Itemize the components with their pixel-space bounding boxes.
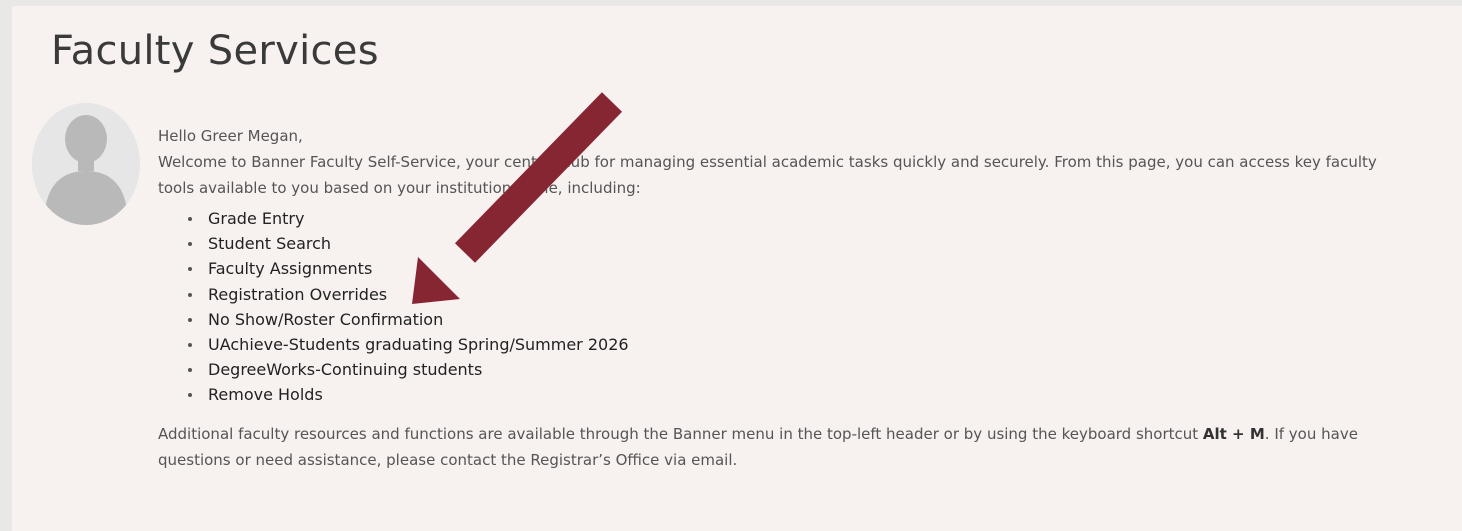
page-title: Faculty Services — [51, 28, 379, 74]
footer-text-line-1: Additional faculty resources and functio… — [158, 421, 1458, 447]
footer-text-part-2: . If you have — [1264, 424, 1358, 443]
welcome-text-line-1: Welcome to Banner Faculty Self-Service, … — [158, 153, 1377, 171]
feature-item-remove-holds: Remove Holds — [158, 382, 1458, 407]
feature-item-grade-entry: Grade Entry — [158, 206, 1458, 231]
footer-text: Additional faculty resources and functio… — [158, 421, 1458, 473]
keyboard-shortcut: Alt + M — [1202, 424, 1265, 443]
footer-text-part-1: Additional faculty resources and functio… — [158, 424, 1203, 443]
user-silhouette-icon — [32, 103, 140, 225]
welcome-content: Hello Greer Megan, Welcome to Banner Fac… — [158, 123, 1458, 473]
greeting-text: Hello Greer Megan, — [158, 127, 303, 145]
feature-item-no-show-roster: No Show/Roster Confirmation — [158, 307, 1458, 332]
avatar — [32, 103, 140, 225]
feature-list: Grade Entry Student Search Faculty Assig… — [158, 206, 1458, 408]
feature-item-student-search: Student Search — [158, 231, 1458, 256]
feature-item-faculty-assignments: Faculty Assignments — [158, 256, 1458, 281]
footer-text-line-2: questions or need assistance, please con… — [158, 450, 738, 469]
feature-item-degreeworks: DegreeWorks-Continuing students — [158, 357, 1458, 382]
faculty-services-panel: Faculty Services Hello Greer Megan, Welc… — [12, 6, 1462, 531]
feature-item-uachieve: UAchieve-Students graduating Spring/Summ… — [158, 332, 1458, 357]
feature-item-registration-overrides: Registration Overrides — [158, 282, 1458, 307]
welcome-text-line-2: tools available to you based on your ins… — [158, 179, 641, 197]
